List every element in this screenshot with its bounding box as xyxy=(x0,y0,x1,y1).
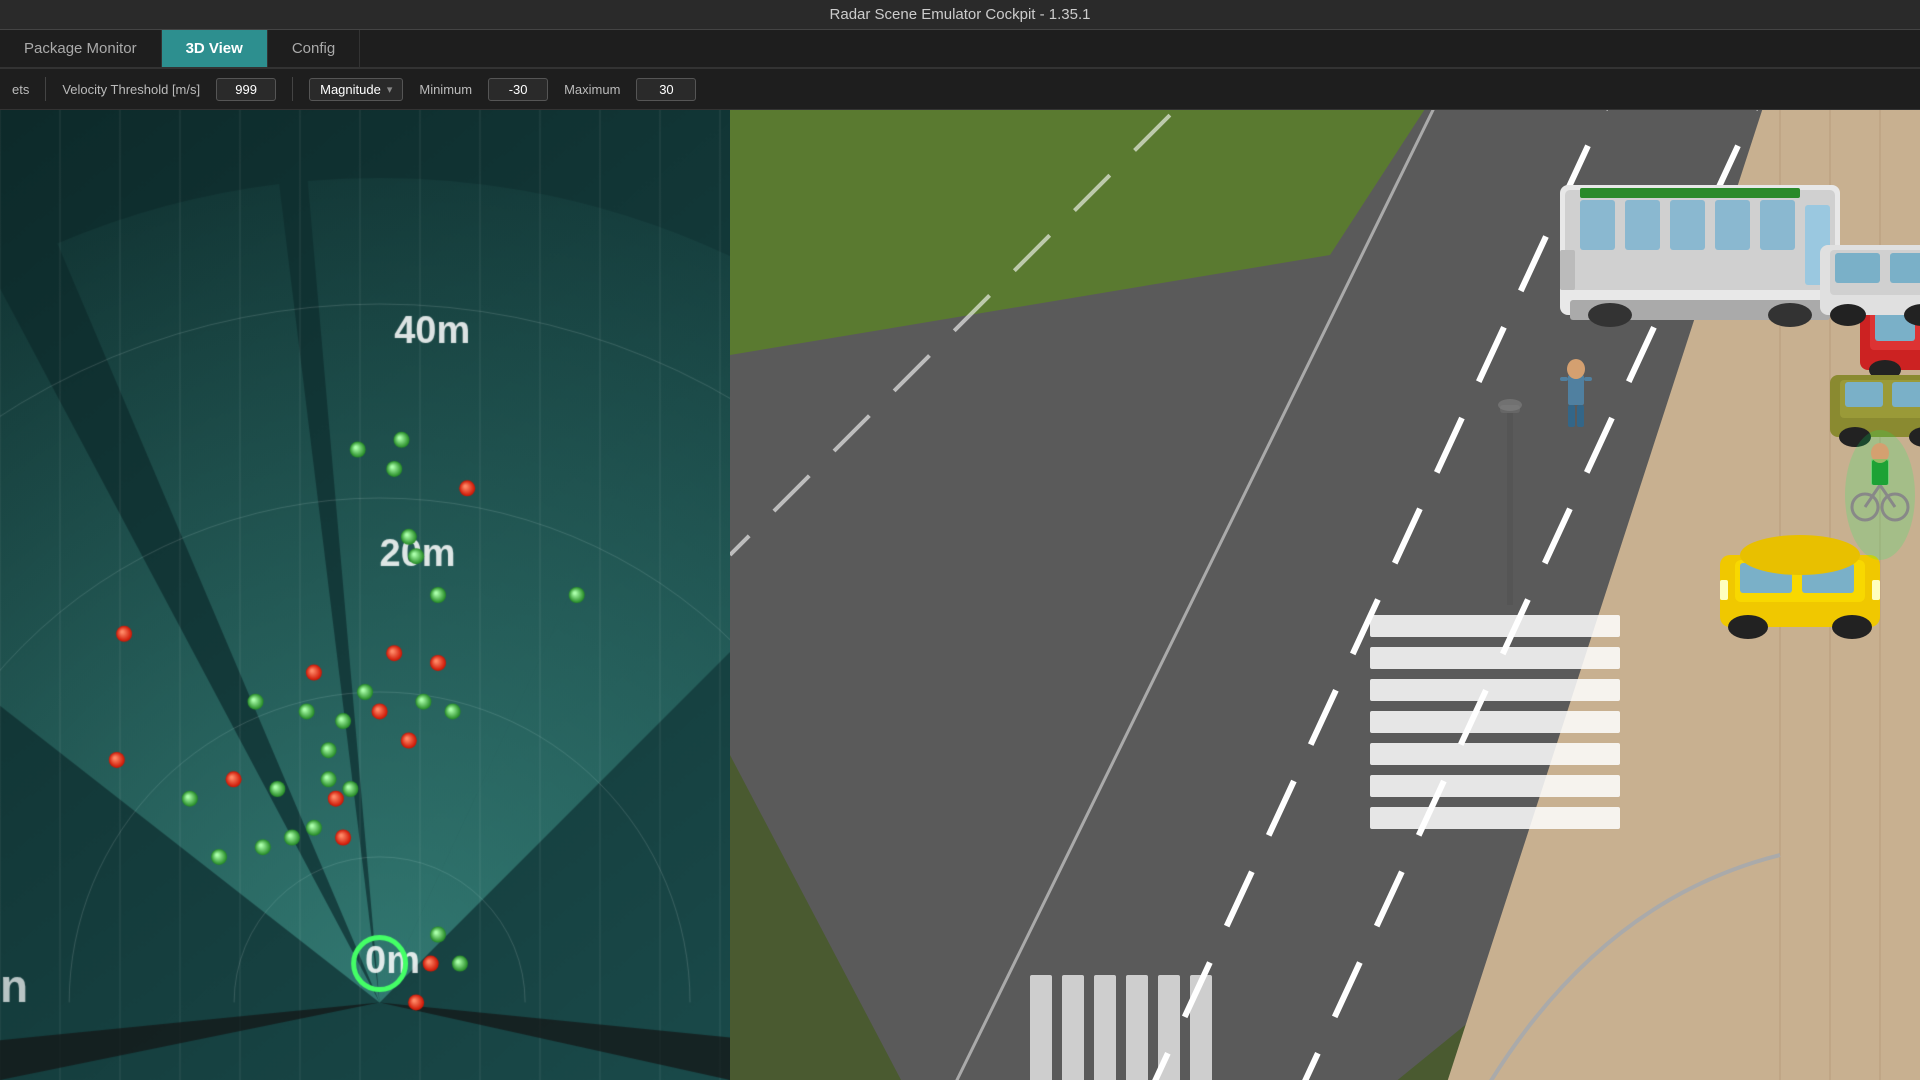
tabbar: Package Monitor 3D View Config xyxy=(0,30,1920,69)
radar-panel xyxy=(0,110,730,1080)
magnitude-chevron-icon: ▾ xyxy=(387,83,393,96)
scene-panel xyxy=(730,110,1920,1080)
toolbar: ets Velocity Threshold [m/s] Magnitude ▾… xyxy=(0,69,1920,110)
main-content xyxy=(0,110,1920,1080)
tab-package-monitor[interactable]: Package Monitor xyxy=(0,30,162,67)
toolbar-separator-1 xyxy=(45,77,46,101)
velocity-threshold-label: Velocity Threshold [m/s] xyxy=(62,82,200,97)
tab-config[interactable]: Config xyxy=(268,30,360,67)
velocity-threshold-input[interactable] xyxy=(216,78,276,101)
tab-3d-view[interactable]: 3D View xyxy=(162,30,268,67)
scene-svg xyxy=(730,110,1920,1080)
minimum-label: Minimum xyxy=(419,82,472,97)
radar-canvas xyxy=(0,110,730,1080)
app-title: Radar Scene Emulator Cockpit - 1.35.1 xyxy=(830,6,1091,23)
titlebar: Radar Scene Emulator Cockpit - 1.35.1 xyxy=(0,0,1920,30)
targets-label: ets xyxy=(12,82,29,97)
maximum-label: Maximum xyxy=(564,82,620,97)
maximum-input[interactable] xyxy=(636,78,696,101)
minimum-input[interactable] xyxy=(488,78,548,101)
magnitude-label: Magnitude xyxy=(320,82,381,97)
toolbar-separator-2 xyxy=(292,77,293,101)
magnitude-dropdown[interactable]: Magnitude ▾ xyxy=(309,78,403,101)
